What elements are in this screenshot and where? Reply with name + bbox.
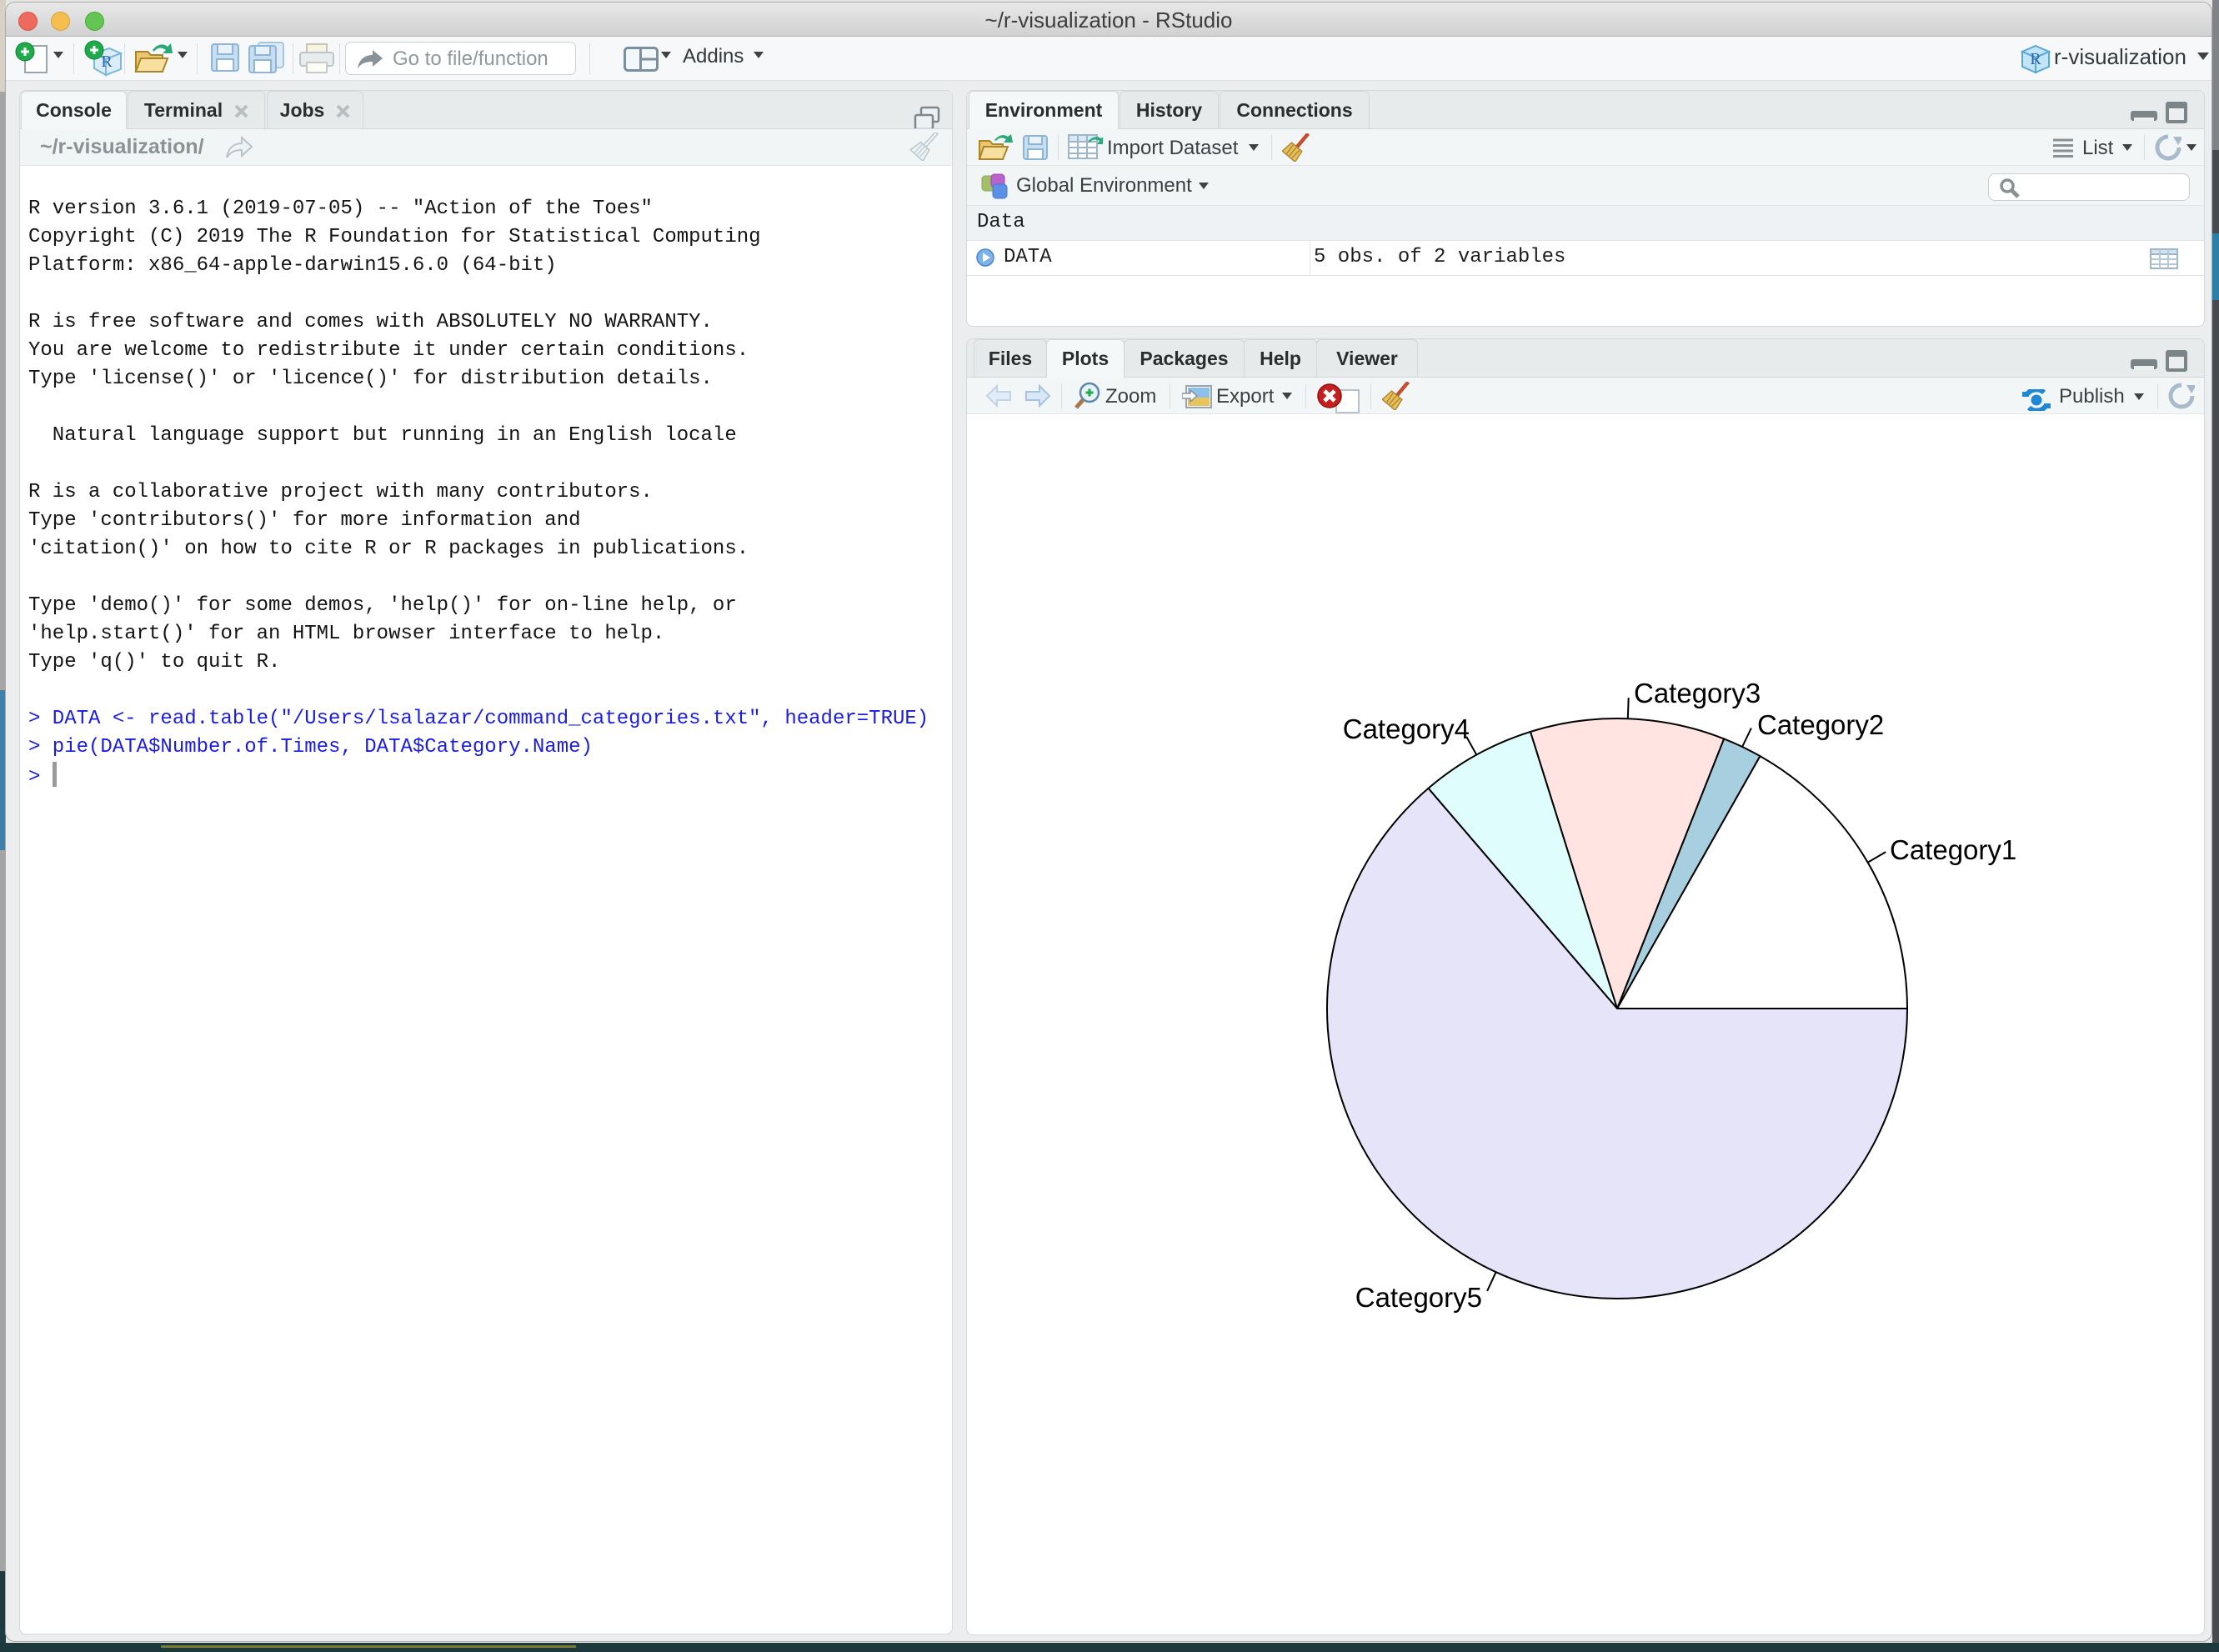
svg-text:R: R — [2030, 50, 2041, 68]
svg-text:Category1: Category1 — [1890, 834, 2016, 865]
svg-text:Category3: Category3 — [1634, 678, 1761, 708]
svg-text:Category5: Category5 — [1355, 1282, 1482, 1313]
svg-text:Category2: Category2 — [1757, 709, 1884, 740]
svg-text:Category4: Category4 — [1343, 713, 1470, 744]
svg-text:R: R — [101, 53, 113, 71]
